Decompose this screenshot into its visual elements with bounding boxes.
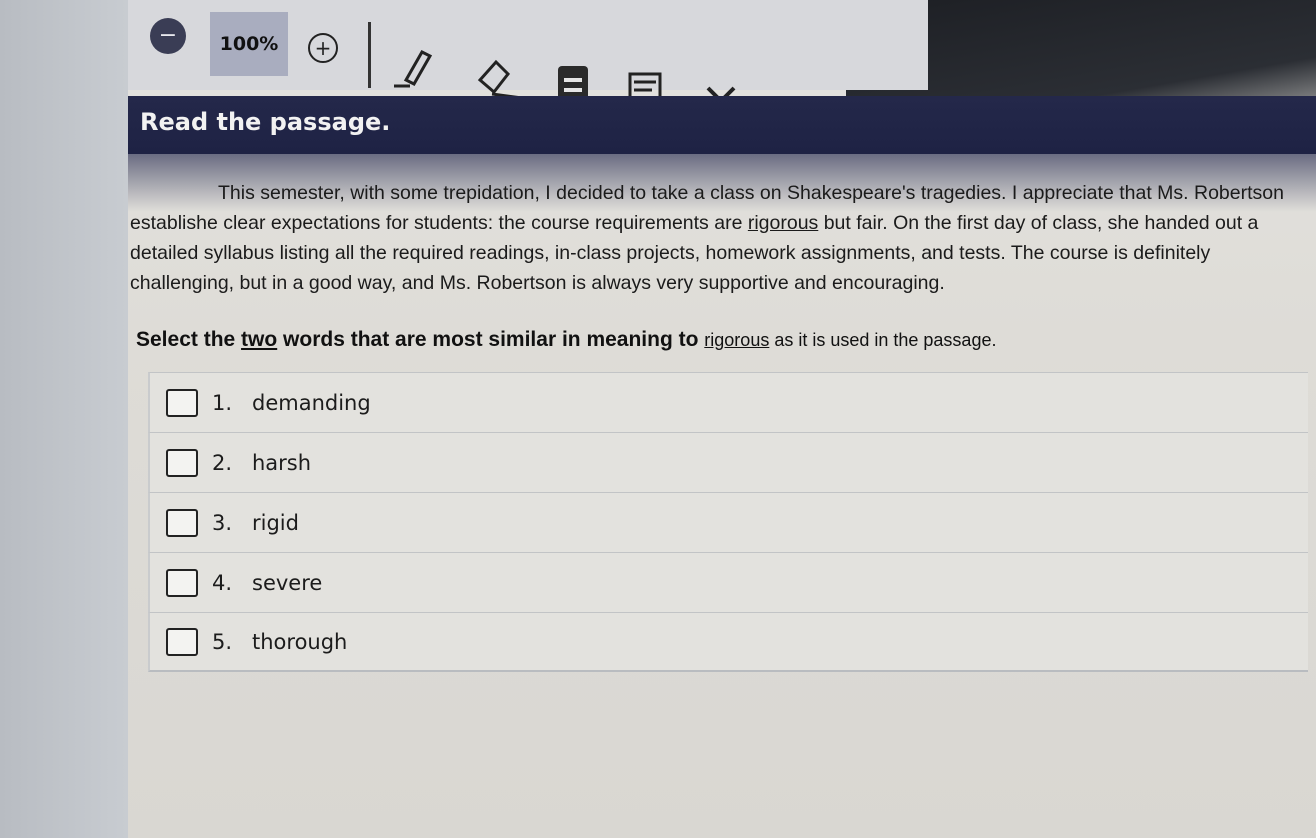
option-number: 2. [212, 450, 233, 475]
zoom-level-display: 100% [210, 12, 288, 76]
option-number: 4. [212, 570, 233, 595]
question-keyword: rigorous [704, 330, 770, 350]
checkbox[interactable] [166, 508, 198, 537]
option-label: rigid [252, 510, 299, 535]
option-text: 5. thorough [212, 630, 347, 654]
question-emphasis: two [241, 328, 278, 351]
reading-passage: This semester, with some trepidation, I … [130, 178, 1310, 298]
option-text: 4. severe [212, 571, 322, 595]
checkbox[interactable] [166, 568, 198, 597]
option-label: severe [252, 570, 323, 595]
answer-option[interactable]: 4. severe [148, 552, 1308, 612]
monitor-bezel-left [0, 0, 128, 838]
pen-icon [394, 50, 433, 88]
plus-circle-icon: + [314, 36, 332, 60]
checkbox[interactable] [166, 627, 198, 656]
option-text: 2. harsh [212, 451, 311, 475]
passage-paragraph: This semester, with some trepidation, I … [130, 178, 1310, 298]
option-label: thorough [252, 629, 348, 654]
answer-option[interactable]: 2. harsh [148, 432, 1308, 492]
zoom-level-text: 100% [219, 33, 279, 55]
question-lead: Select the [136, 328, 242, 351]
answer-option[interactable]: 5. thorough [148, 612, 1308, 672]
minus-circle-icon: − [158, 23, 178, 48]
checkbox[interactable] [166, 448, 198, 477]
instruction-title: Read the passage. [140, 108, 391, 136]
question-tail: as it is used in the passage. [769, 330, 997, 350]
instruction-header: Read the passage. [128, 96, 1316, 154]
zoom-in-button[interactable]: + [308, 33, 338, 63]
option-number: 5. [212, 629, 233, 654]
answer-option[interactable]: 1. demanding [148, 372, 1308, 432]
question-prompt: Select the two words that are most simil… [136, 328, 1306, 352]
option-number: 1. [212, 390, 233, 415]
option-number: 3. [212, 510, 233, 535]
eraser-tool-button[interactable] [472, 54, 528, 102]
answer-options: 1. demanding 2. harsh 3. rigid 4. severe 5. t… [148, 372, 1308, 672]
question-middle: words that are most similar in meaning t… [277, 328, 705, 351]
checkbox[interactable] [166, 388, 198, 417]
passage-keyword: rigorous [747, 212, 819, 234]
eraser-icon [477, 59, 523, 100]
zoom-out-button[interactable]: − [150, 18, 186, 54]
option-label: harsh [252, 450, 312, 475]
answer-option[interactable]: 3. rigid [148, 492, 1308, 552]
option-text: 3. rigid [212, 511, 299, 535]
pen-tool-button[interactable] [388, 40, 444, 94]
option-text: 1. demanding [212, 391, 371, 415]
toolbar-divider [368, 22, 371, 88]
option-label: demanding [252, 390, 371, 415]
